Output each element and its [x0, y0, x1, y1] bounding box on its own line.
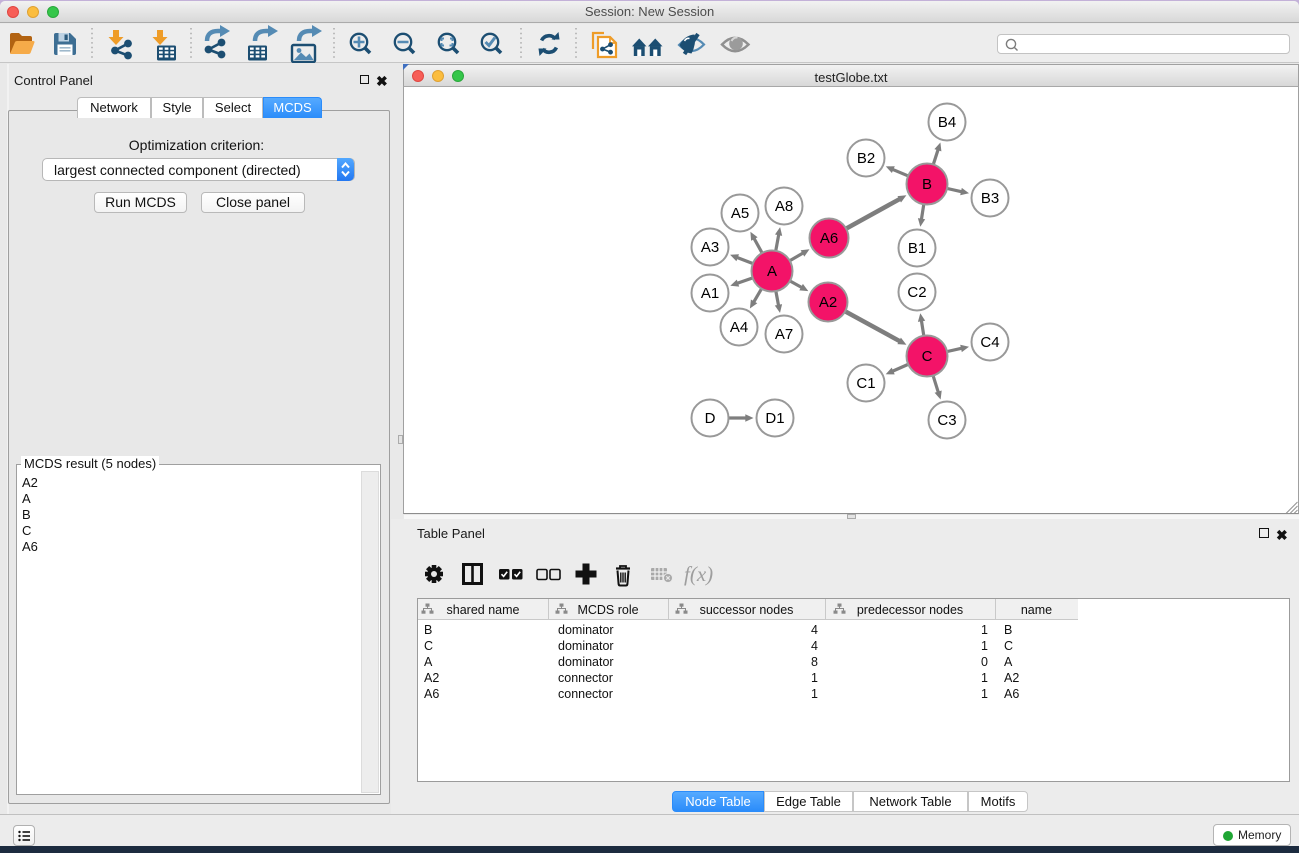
svg-text:A7: A7	[775, 326, 793, 343]
svg-text:B3: B3	[981, 190, 999, 207]
svg-text:A5: A5	[731, 205, 749, 222]
svg-text:C2: C2	[907, 284, 926, 301]
svg-text:C4: C4	[980, 334, 999, 351]
svg-text:f(x): f(x)	[684, 562, 713, 586]
svg-text:A8: A8	[775, 198, 793, 215]
svg-text:B: B	[922, 176, 932, 193]
svg-text:A3: A3	[701, 239, 719, 256]
svg-text:B1: B1	[908, 240, 926, 257]
svg-text:A: A	[767, 263, 777, 280]
svg-text:C3: C3	[937, 412, 956, 429]
svg-text:D1: D1	[765, 410, 784, 427]
svg-text:A2: A2	[819, 294, 837, 311]
svg-text:B2: B2	[857, 150, 875, 167]
svg-text:C1: C1	[856, 375, 875, 392]
svg-text:B4: B4	[938, 114, 956, 131]
svg-text:A4: A4	[730, 319, 748, 336]
svg-text:A6: A6	[820, 230, 838, 247]
svg-text:D: D	[705, 410, 716, 427]
svg-text:C: C	[922, 348, 933, 365]
svg-text:A1: A1	[701, 285, 719, 302]
